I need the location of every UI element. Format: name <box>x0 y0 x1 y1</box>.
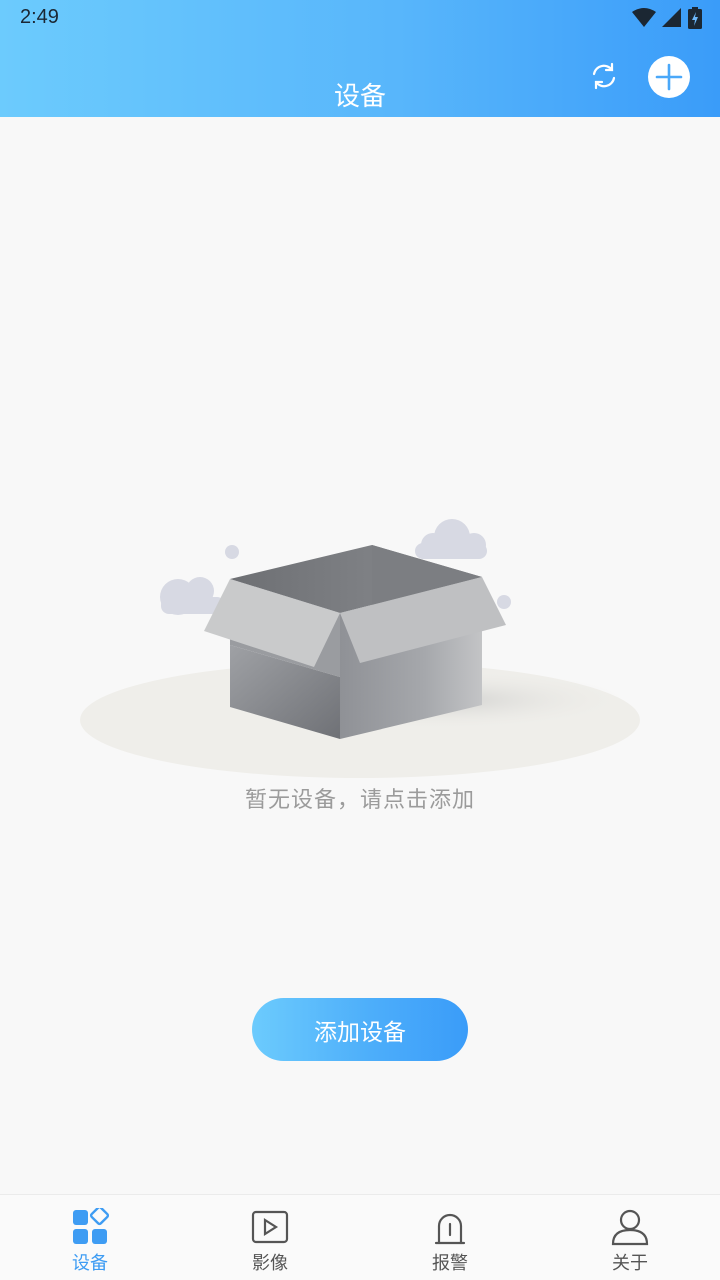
wifi-icon <box>632 8 656 27</box>
add-device-button[interactable]: 添加设备 <box>252 998 468 1061</box>
tab-label: 影像 <box>252 1253 288 1274</box>
alarm-bell-icon <box>430 1207 470 1247</box>
tab-label: 设备 <box>72 1253 108 1274</box>
cell-signal-icon <box>662 8 681 27</box>
plus-icon <box>655 63 683 91</box>
status-time: 2:49 <box>20 6 59 28</box>
tab-label: 报警 <box>432 1253 468 1274</box>
empty-box-illustration <box>80 519 640 778</box>
tab-video[interactable]: 影像 <box>180 1195 360 1280</box>
tab-about[interactable]: 关于 <box>540 1195 720 1280</box>
cloud-right <box>415 519 487 559</box>
app-header: 2:49 设备 <box>0 0 720 117</box>
devices-grid-icon <box>70 1207 110 1247</box>
bottom-tab-bar: 设备 影像 报警 关于 <box>0 1194 720 1280</box>
add-button[interactable] <box>648 56 690 98</box>
empty-message: 暂无设备，请点击添加 <box>244 788 475 813</box>
person-icon <box>610 1207 650 1247</box>
refresh-button[interactable] <box>584 56 624 96</box>
tab-devices[interactable]: 设备 <box>0 1195 180 1280</box>
battery-icon <box>688 7 702 29</box>
tab-label: 关于 <box>612 1253 648 1274</box>
video-play-icon <box>250 1207 290 1247</box>
status-icons <box>632 6 702 30</box>
tab-alarm[interactable]: 报警 <box>360 1195 540 1280</box>
refresh-icon <box>592 62 616 90</box>
